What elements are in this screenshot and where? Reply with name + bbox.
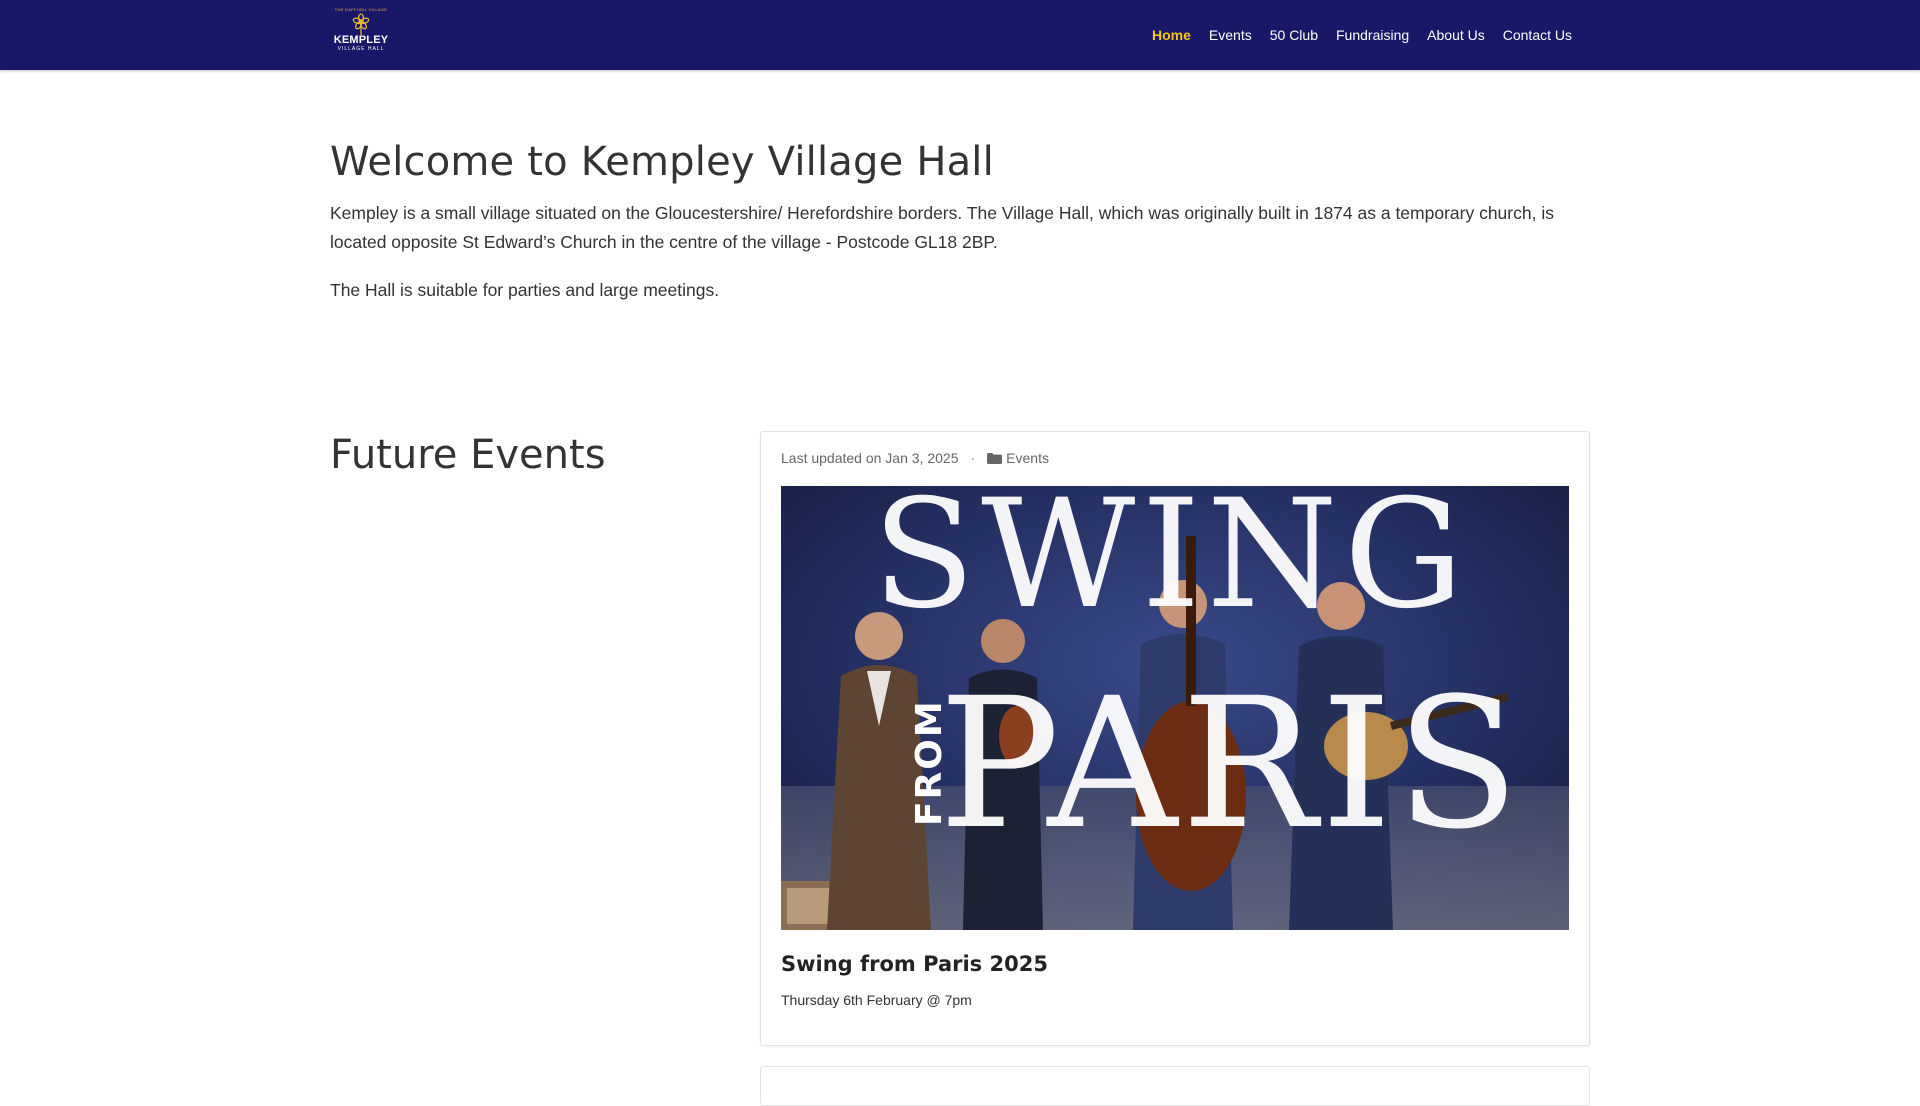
- event-post-card: Last updated on Jan 3, 2025 · Events SWI…: [760, 431, 1590, 1046]
- event-poster: SWING PARIS FROM: [781, 486, 1569, 930]
- main-nav: Home Events 50 Club Fundraising About Us…: [1134, 0, 1572, 70]
- event-date: Thursday 6th February @ 7pm: [781, 992, 972, 1008]
- nav-item-events[interactable]: Events: [1209, 27, 1252, 43]
- nav-item-contact-us[interactable]: Contact Us: [1503, 27, 1572, 43]
- event-post-card-next: [760, 1066, 1590, 1106]
- folder-icon: [987, 452, 1003, 464]
- site-header: THE DAFFODIL VILLAGE KEMPLEY VILLAGE HAL…: [0, 0, 1920, 70]
- poster-word-side: FROM: [909, 699, 950, 826]
- event-image-swing-from-paris[interactable]: SWING PARIS FROM: [781, 486, 1569, 930]
- meta-separator: ·: [970, 450, 976, 466]
- nav-item-home[interactable]: Home: [1152, 27, 1191, 43]
- post-category-link[interactable]: Events: [1006, 450, 1049, 466]
- logo-subtitle: VILLAGE HALL: [337, 46, 385, 52]
- intro-section: Welcome to Kempley Village Hall Kempley …: [330, 135, 1592, 305]
- post-meta: Last updated on Jan 3, 2025 · Events: [781, 450, 1049, 466]
- logo-wordmark: KEMPLEY: [333, 34, 389, 46]
- site-logo[interactable]: THE DAFFODIL VILLAGE KEMPLEY VILLAGE HAL…: [334, 7, 388, 63]
- poster-word-top: SWING: [872, 486, 1469, 642]
- daffodil-icon: [352, 13, 370, 35]
- page-title: Welcome to Kempley Village Hall: [330, 139, 994, 185]
- nav-item-50-club[interactable]: 50 Club: [1270, 27, 1318, 43]
- post-updated-date: Last updated on Jan 3, 2025: [781, 450, 959, 466]
- nav-item-about-us[interactable]: About Us: [1427, 27, 1485, 43]
- future-events-heading: Future Events: [330, 432, 606, 478]
- poster-word-main: PARIS: [939, 660, 1524, 869]
- intro-paragraph-hall: The Hall is suitable for parties and lar…: [330, 280, 720, 300]
- nav-item-fundraising[interactable]: Fundraising: [1336, 27, 1409, 43]
- event-title[interactable]: Swing from Paris 2025: [781, 952, 1048, 976]
- intro-paragraph: Kempley is a small village situated on t…: [330, 203, 1554, 252]
